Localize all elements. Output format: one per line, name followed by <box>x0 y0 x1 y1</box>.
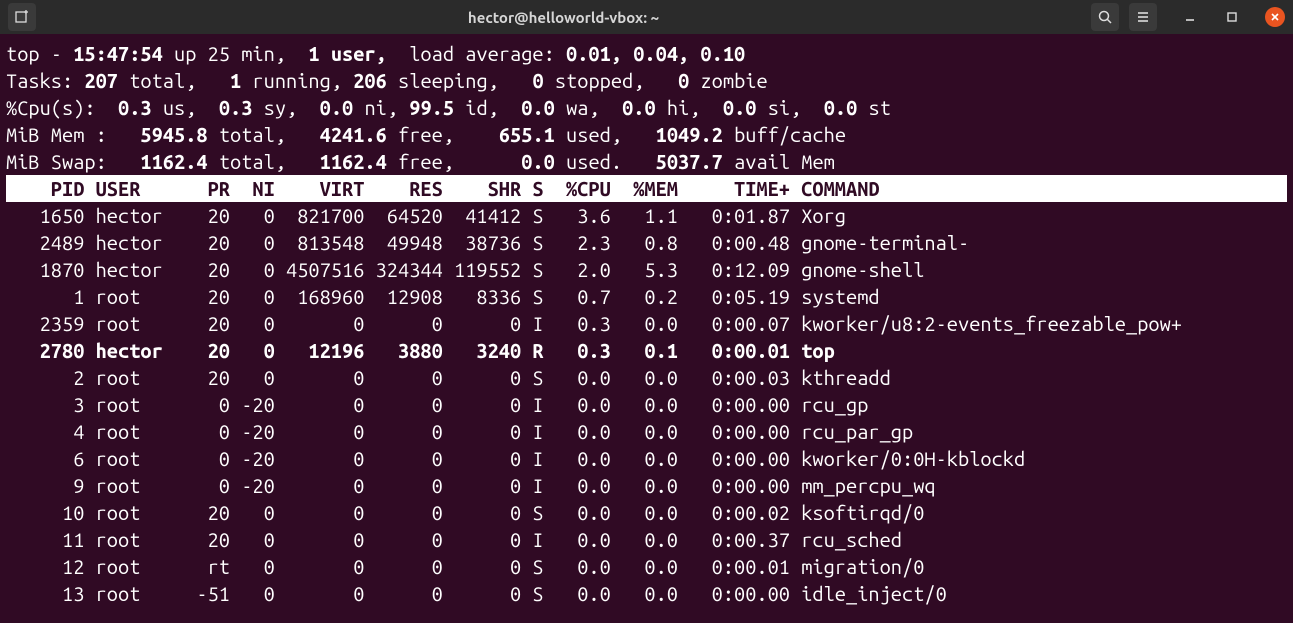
process-list: 1650 hector 20 0 821700 64520 41412 S 3.… <box>6 202 1287 607</box>
close-icon <box>1270 12 1280 22</box>
terminal-output[interactable]: top - 15:47:54 up 25 min, 1 user, load a… <box>0 34 1293 607</box>
maximize-button[interactable] <box>1223 8 1241 26</box>
process-row: 2780 hector 20 0 12196 3880 3240 R 0.3 0… <box>6 339 835 362</box>
process-row: 1870 hector 20 0 4507516 324344 119552 S… <box>6 258 924 281</box>
new-tab-icon <box>14 9 30 25</box>
new-tab-button[interactable] <box>8 3 36 31</box>
process-row: 2 root 20 0 0 0 0 S 0.0 0.0 0:00.03 kthr… <box>6 366 891 389</box>
process-row: 3 root 0 -20 0 0 0 I 0.0 0.0 0:00.00 rcu… <box>6 393 868 416</box>
process-row: 9 root 0 -20 0 0 0 I 0.0 0.0 0:00.00 mm_… <box>6 474 936 497</box>
window-titlebar: hector@helloworld-vbox: ~ <box>0 0 1293 34</box>
close-button[interactable] <box>1265 7 1285 27</box>
process-row: 11 root 20 0 0 0 0 I 0.0 0.0 0:00.37 rcu… <box>6 528 902 551</box>
hamburger-icon <box>1135 9 1151 25</box>
process-row: 13 root -51 0 0 0 0 S 0.0 0.0 0:00.00 id… <box>6 582 947 605</box>
process-row: 2359 root 20 0 0 0 0 I 0.3 0.0 0:00.07 k… <box>6 312 1182 335</box>
process-row: 6 root 0 -20 0 0 0 I 0.0 0.0 0:00.00 kwo… <box>6 447 1025 470</box>
process-row: 2489 hector 20 0 813548 49948 38736 S 2.… <box>6 231 969 254</box>
minimize-icon <box>1184 11 1196 23</box>
maximize-icon <box>1226 11 1238 23</box>
column-header: PID USER PR NI VIRT RES SHR S %CPU %MEM … <box>6 175 1287 202</box>
menu-button[interactable] <box>1129 3 1157 31</box>
window-title: hector@helloworld-vbox: ~ <box>36 4 1091 31</box>
process-row: 12 root rt 0 0 0 0 S 0.0 0.0 0:00.01 mig… <box>6 555 924 578</box>
process-row: 1 root 20 0 168960 12908 8336 S 0.7 0.2 … <box>6 285 880 308</box>
process-row: 4 root 0 -20 0 0 0 I 0.0 0.0 0:00.00 rcu… <box>6 420 913 443</box>
search-button[interactable] <box>1091 3 1119 31</box>
process-row: 1650 hector 20 0 821700 64520 41412 S 3.… <box>6 204 846 227</box>
minimize-button[interactable] <box>1181 8 1199 26</box>
top-summary: top - 15:47:54 up 25 min, 1 user, load a… <box>6 40 1287 175</box>
search-icon <box>1097 9 1113 25</box>
process-row: 10 root 20 0 0 0 0 S 0.0 0.0 0:00.02 kso… <box>6 501 924 524</box>
